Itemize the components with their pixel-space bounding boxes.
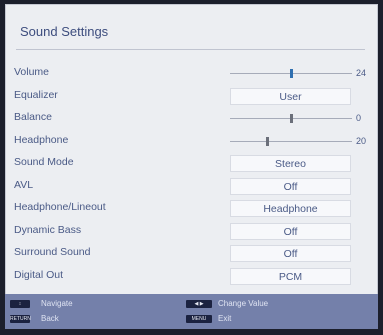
headphone-value: 20 <box>356 135 367 146</box>
navigate-hint: Navigate <box>41 299 73 308</box>
left-right-key-icon: ◀ ▶ <box>186 300 212 308</box>
balance-slider-thumb[interactable] <box>290 114 293 123</box>
volume-value: 24 <box>356 68 367 78</box>
dynamic-bass-value-box[interactable]: Off <box>230 222 351 240</box>
menu-key-icon: MENU <box>186 315 212 323</box>
return-key-icon: RETURN <box>10 315 31 323</box>
setting-label-equalizer: Equalizer <box>14 88 58 101</box>
surround-sound-value-box[interactable]: Off <box>230 245 351 262</box>
sound-mode-value-box[interactable]: Stereo <box>230 155 351 172</box>
balance-value: 0 <box>356 113 362 123</box>
setting-label-sound-mode: Sound Mode <box>14 156 74 168</box>
headphone-slider-thumb[interactable] <box>265 136 269 146</box>
page-title: Sound Settings <box>20 24 109 39</box>
setting-label-dynamic-bass: Dynamic Bass <box>14 223 82 236</box>
title-divider <box>16 49 365 50</box>
setting-label-digital-out: Digital Out <box>14 268 64 281</box>
equalizer-value-box[interactable]: User <box>230 87 351 105</box>
navigate-key-icon: ↕ <box>10 300 30 308</box>
exit-hint: Exit <box>218 314 232 323</box>
setting-label-volume: Volume <box>14 66 50 78</box>
setting-label-avl: AVL <box>14 178 34 191</box>
digital-out-value-box[interactable]: PCM <box>230 267 351 285</box>
back-hint: Back <box>41 314 59 323</box>
headphone-lineout-value-box[interactable]: Headphone <box>230 200 351 217</box>
help-bar: ↕ Navigate RETURN Back ◀ ▶ Change Value … <box>5 294 378 329</box>
setting-label-surround-sound: Surround Sound <box>14 246 91 258</box>
setting-label-balance: Balance <box>14 111 52 123</box>
headphone-slider-track[interactable] <box>230 140 352 142</box>
setting-label-headphone: Headphone <box>14 133 69 146</box>
change-value-hint: Change Value <box>218 299 269 308</box>
avl-value-box[interactable]: Off <box>230 177 351 195</box>
volume-slider-thumb[interactable] <box>290 69 293 78</box>
setting-label-headphone-lineout: Headphone/Lineout <box>14 201 106 213</box>
